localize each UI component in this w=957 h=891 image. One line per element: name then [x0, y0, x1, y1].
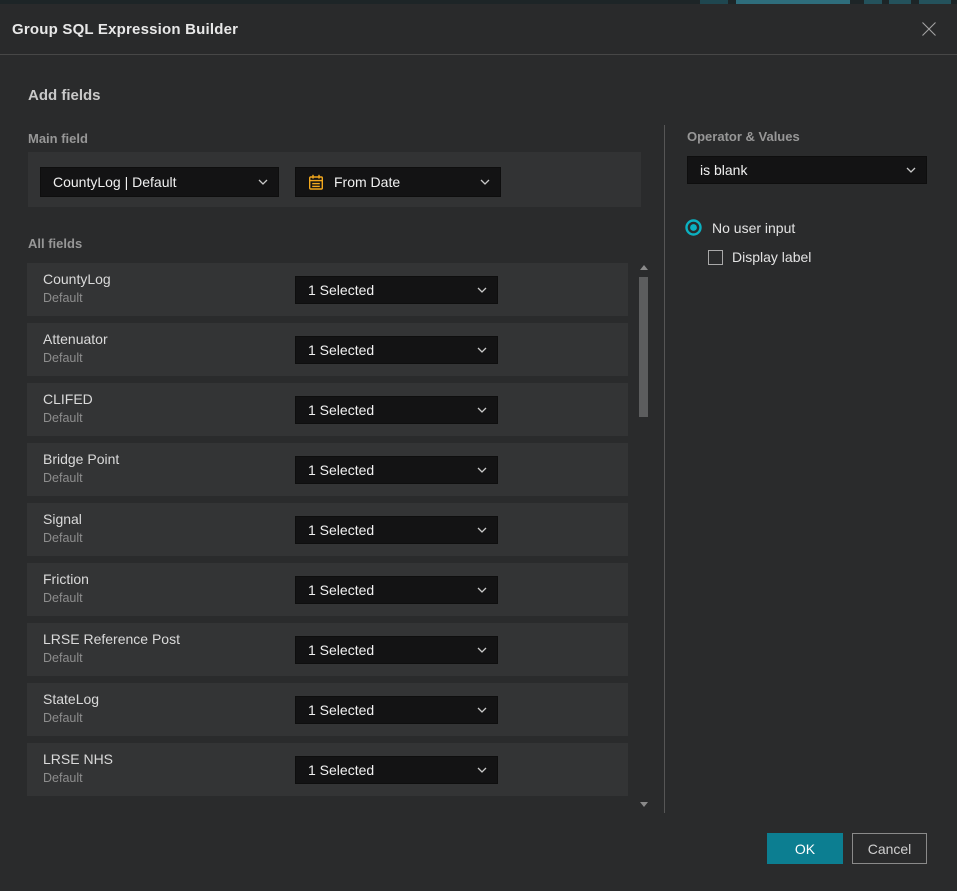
field-selection-select[interactable]: 1 Selected [295, 396, 498, 424]
display-label-checkbox-row[interactable]: Display label [708, 249, 811, 265]
field-selection-value: 1 Selected [308, 642, 374, 658]
main-field-label: Main field [28, 131, 88, 146]
field-selection-value: 1 Selected [308, 402, 374, 418]
no-user-input-label: No user input [712, 220, 795, 236]
close-button[interactable] [917, 17, 941, 41]
display-label-label: Display label [732, 249, 811, 265]
field-subtitle: Default [43, 771, 83, 785]
field-subtitle: Default [43, 711, 83, 725]
chevron-down-icon [477, 287, 487, 293]
field-selection-value: 1 Selected [308, 462, 374, 478]
main-field-container: CountyLog | Default From Date [28, 152, 641, 207]
scroll-down-arrow-icon[interactable] [640, 802, 648, 807]
radio-selected-icon [685, 219, 702, 236]
operator-values-heading: Operator & Values [687, 129, 800, 144]
chevron-down-icon [477, 347, 487, 353]
field-selection-select[interactable]: 1 Selected [295, 336, 498, 364]
chevron-down-icon [477, 707, 487, 713]
field-subtitle: Default [43, 531, 83, 545]
cancel-button[interactable]: Cancel [852, 833, 927, 864]
field-selection-select[interactable]: 1 Selected [295, 756, 498, 784]
chevron-down-icon [258, 179, 268, 185]
field-name: LRSE NHS [43, 751, 113, 767]
field-name: CountyLog [43, 271, 111, 287]
field-selection-value: 1 Selected [308, 282, 374, 298]
field-selection-value: 1 Selected [308, 522, 374, 538]
field-subtitle: Default [43, 411, 83, 425]
field-name: CLIFED [43, 391, 93, 407]
chevron-down-icon [477, 767, 487, 773]
field-selection-select[interactable]: 1 Selected [295, 456, 498, 484]
field-selection-select[interactable]: 1 Selected [295, 516, 498, 544]
field-name: Bridge Point [43, 451, 119, 467]
field-subtitle: Default [43, 591, 83, 605]
field-selection-select[interactable]: 1 Selected [295, 636, 498, 664]
fields-scrollbar[interactable] [639, 261, 649, 809]
field-selection-value: 1 Selected [308, 582, 374, 598]
no-user-input-radio[interactable]: No user input [685, 219, 795, 236]
field-name: LRSE Reference Post [43, 631, 180, 647]
field-name: Attenuator [43, 331, 108, 347]
field-name: StateLog [43, 691, 99, 707]
field-row: Attenuator Default 1 Selected [27, 323, 628, 376]
chevron-down-icon [477, 467, 487, 473]
field-row: Signal Default 1 Selected [27, 503, 628, 556]
group-sql-expression-builder-dialog: Group SQL Expression Builder Add fields … [0, 4, 957, 891]
field-name: Friction [43, 571, 89, 587]
chevron-down-icon [477, 407, 487, 413]
field-subtitle: Default [43, 651, 83, 665]
field-name: Signal [43, 511, 82, 527]
ok-button[interactable]: OK [767, 833, 843, 864]
operator-value: is blank [700, 162, 747, 178]
field-row: CLIFED Default 1 Selected [27, 383, 628, 436]
main-field-field-value: From Date [334, 174, 400, 190]
field-selection-value: 1 Selected [308, 342, 374, 358]
main-field-source-value: CountyLog | Default [53, 174, 177, 190]
chevron-down-icon [480, 179, 490, 185]
field-row: Bridge Point Default 1 Selected [27, 443, 628, 496]
field-row: LRSE NHS Default 1 Selected [27, 743, 628, 796]
all-fields-label: All fields [28, 236, 82, 251]
main-field-source-select[interactable]: CountyLog | Default [40, 167, 279, 197]
chevron-down-icon [477, 587, 487, 593]
operator-select[interactable]: is blank [687, 156, 927, 184]
checkbox-unchecked-icon[interactable] [708, 250, 723, 265]
scrollbar-thumb[interactable] [639, 277, 648, 417]
field-subtitle: Default [43, 291, 83, 305]
dialog-title: Group SQL Expression Builder [12, 21, 238, 38]
field-subtitle: Default [43, 471, 83, 485]
all-fields-list: CountyLog Default 1 Selected Attenuator … [27, 263, 628, 803]
main-field-field-select[interactable]: From Date [295, 167, 501, 197]
calendar-icon [308, 174, 324, 191]
field-selection-value: 1 Selected [308, 762, 374, 778]
dialog-titlebar: Group SQL Expression Builder [0, 4, 957, 55]
panel-divider [664, 125, 665, 813]
field-selection-select[interactable]: 1 Selected [295, 696, 498, 724]
field-selection-value: 1 Selected [308, 702, 374, 718]
add-fields-heading: Add fields [28, 87, 101, 104]
chevron-down-icon [477, 647, 487, 653]
field-selection-select[interactable]: 1 Selected [295, 276, 498, 304]
field-row: CountyLog Default 1 Selected [27, 263, 628, 316]
field-row: StateLog Default 1 Selected [27, 683, 628, 736]
field-row: LRSE Reference Post Default 1 Selected [27, 623, 628, 676]
chevron-down-icon [477, 527, 487, 533]
field-subtitle: Default [43, 351, 83, 365]
chevron-down-icon [906, 167, 916, 173]
field-row: Friction Default 1 Selected [27, 563, 628, 616]
close-icon [921, 21, 937, 37]
field-selection-select[interactable]: 1 Selected [295, 576, 498, 604]
scroll-up-arrow-icon[interactable] [640, 265, 648, 270]
